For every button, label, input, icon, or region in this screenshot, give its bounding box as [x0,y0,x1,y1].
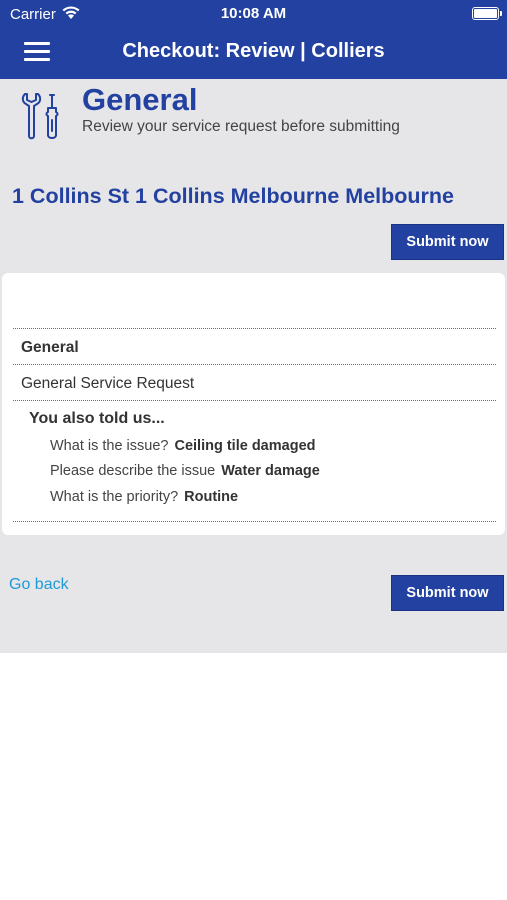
answer-text: Routine [184,489,239,505]
site-address: 1 Collins St 1 Collins Melbourne Melbour… [12,184,454,208]
divider [13,328,496,329]
divider [13,364,496,365]
answer-text: Ceiling tile damaged [174,438,316,454]
submit-now-button-bottom[interactable]: Submit now [391,575,504,611]
battery-icon [472,7,502,20]
question-text: What is the priority? [50,489,179,505]
footer-actions: Go back Submit now [0,543,507,653]
answer-row: What is the issue? Ceiling tile damaged [50,438,315,454]
question-text: Please describe the issue [50,463,216,479]
request-header: General Review your service request befo… [0,79,507,269]
answer-row: What is the priority? Routine [50,489,238,505]
category-subtitle: Review your service request before submi… [82,118,400,135]
review-card: General General Service Request You also… [2,273,505,535]
review-category: General [21,339,79,356]
page-title: Checkout: Review | Colliers [122,40,385,62]
submit-now-button[interactable]: Submit now [391,224,504,260]
answer-text: Water damage [221,463,320,479]
go-back-link[interactable]: Go back [9,576,69,594]
review-request-type: General Service Request [21,375,195,392]
navigation-bar: Checkout: Review | Colliers [0,28,507,79]
divider [13,400,496,401]
app-screen: Carrier 10:08 AM Checkout: Review | Coll… [0,0,507,900]
divider [13,521,496,522]
clock: 10:08 AM [220,5,287,22]
question-text: What is the issue? [50,438,169,454]
status-bar: Carrier 10:08 AM [0,0,507,28]
category-title: General [82,82,198,117]
tools-icon [21,93,59,140]
top-bar: Carrier 10:08 AM Checkout: Review | Coll… [0,0,507,79]
review-section: General General Service Request You also… [0,269,507,543]
told-us-heading: You also told us... [29,410,165,427]
answer-row: Please describe the issue Water damage [50,463,320,479]
